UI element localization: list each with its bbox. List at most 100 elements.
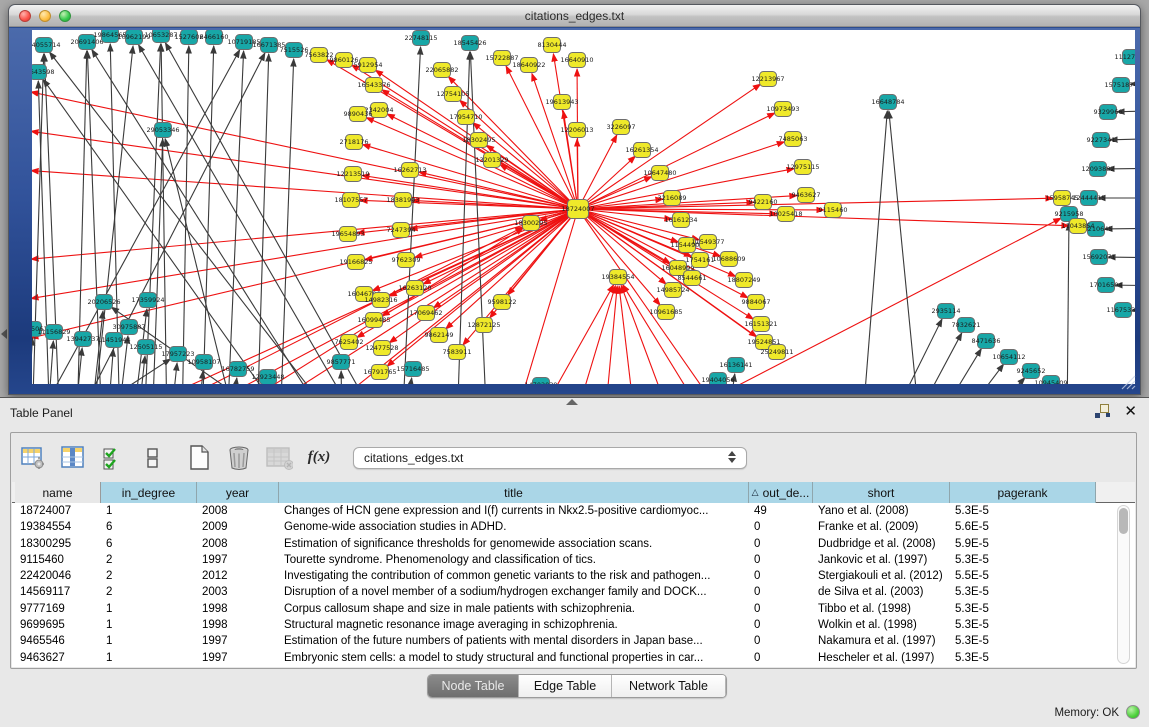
- cell-out-de-[interactable]: 0: [749, 601, 813, 617]
- network-node[interactable]: 16648784: [871, 95, 904, 110]
- function-builder-button[interactable]: f(x): [305, 444, 333, 472]
- cell-pagerank[interactable]: 5.5E-5: [950, 568, 1096, 584]
- network-edge[interactable]: [170, 363, 177, 384]
- network-node[interactable]: 9329966: [1094, 105, 1123, 120]
- cell-out-de-[interactable]: 0: [749, 568, 813, 584]
- network-node[interactable]: 10654112: [992, 350, 1025, 365]
- network-node[interactable]: 7485063: [779, 132, 808, 147]
- cell-pagerank[interactable]: 5.3E-5: [950, 584, 1096, 600]
- cell-name[interactable]: 19384554: [15, 519, 101, 535]
- network-node[interactable]: 19404056: [701, 373, 734, 385]
- cell-year[interactable]: 1997: [197, 650, 279, 666]
- network-node[interactable]: 9862149: [425, 328, 454, 343]
- cell-title[interactable]: Estimation of the future numbers of pati…: [279, 633, 749, 649]
- cell-year[interactable]: 1998: [197, 617, 279, 633]
- network-edge[interactable]: [578, 198, 1053, 209]
- network-node[interactable]: 15716485: [396, 362, 429, 377]
- table-row[interactable]: 946554611997Estimation of the future num…: [12, 633, 1135, 649]
- cell-name[interactable]: 9115460: [15, 552, 101, 568]
- network-node[interactable]: 9463627: [792, 188, 821, 203]
- column-header-title[interactable]: title: [279, 482, 749, 503]
- cell-title[interactable]: Estimation of significance thresholds fo…: [279, 536, 749, 552]
- cell-in-degree[interactable]: 2: [101, 552, 197, 568]
- cell-short[interactable]: Nakamura et al. (1997): [813, 633, 950, 649]
- column-header-year[interactable]: year: [197, 482, 279, 503]
- network-node[interactable]: 19166825: [339, 255, 372, 270]
- table-row[interactable]: 1872400712008Changes of HCN gene express…: [12, 503, 1135, 519]
- cell-in-degree[interactable]: 1: [101, 650, 197, 666]
- network-edge[interactable]: [230, 378, 237, 384]
- network-edge[interactable]: [887, 319, 942, 384]
- network-node[interactable]: 2718176: [340, 135, 369, 150]
- network-node[interactable]: 16161234: [664, 213, 697, 228]
- cell-year[interactable]: 2008: [197, 503, 279, 519]
- cell-in-degree[interactable]: 2: [101, 584, 197, 600]
- cell-in-degree[interactable]: 2: [101, 568, 197, 584]
- cell-year[interactable]: 2012: [197, 568, 279, 584]
- float-panel-icon[interactable]: [1094, 403, 1110, 419]
- network-edge[interactable]: [280, 59, 294, 384]
- network-edge[interactable]: [227, 51, 244, 384]
- network-node[interactable]: 29053346: [146, 123, 179, 138]
- network-node[interactable]: 12213967: [751, 72, 784, 87]
- cell-title[interactable]: Investigating the contribution of common…: [279, 568, 749, 584]
- network-node[interactable]: 12754105: [436, 87, 469, 102]
- network-edge[interactable]: [532, 285, 614, 384]
- network-node[interactable]: 22065882: [425, 63, 458, 78]
- network-node[interactable]: 12505115: [129, 340, 162, 355]
- network-node[interactable]: 8130444: [538, 38, 567, 53]
- cell-title[interactable]: Embryonic stem cells: a model to study s…: [279, 650, 749, 666]
- cell-short[interactable]: Hescheler et al. (1997): [813, 650, 950, 666]
- row-height-button[interactable]: [139, 444, 167, 472]
- vertical-scrollbar[interactable]: [1117, 505, 1130, 664]
- table-row[interactable]: 2242004622012Investigating the contribut…: [12, 568, 1135, 584]
- cell-name[interactable]: 9463627: [15, 650, 101, 666]
- network-node[interactable]: 16640910: [560, 53, 593, 68]
- network-edge[interactable]: [623, 285, 712, 384]
- cell-name[interactable]: 22420046: [15, 568, 101, 584]
- network-node[interactable]: 2935114: [932, 304, 961, 319]
- cell-out-de-[interactable]: 0: [749, 584, 813, 600]
- cell-title[interactable]: Changes of HCN gene expression and I(f) …: [279, 503, 749, 519]
- network-edge[interactable]: [257, 54, 269, 384]
- network-edge[interactable]: [165, 43, 382, 384]
- cell-year[interactable]: 2003: [197, 584, 279, 600]
- cell-title[interactable]: Disruption of a novel member of a sodium…: [279, 584, 749, 600]
- network-edge[interactable]: [144, 44, 161, 384]
- network-node[interactable]: 15751874: [1104, 78, 1135, 93]
- network-edge[interactable]: [32, 209, 578, 259]
- network-node[interactable]: 19613943: [545, 95, 578, 110]
- select-columns-button[interactable]: [59, 444, 87, 472]
- window-titlebar[interactable]: citations_edges.txt: [9, 5, 1140, 27]
- tab-node-table[interactable]: Node Table: [428, 675, 519, 697]
- network-edge[interactable]: [341, 371, 342, 384]
- network-node[interactable]: 18545426: [453, 36, 486, 51]
- cell-short[interactable]: Dudbridge et al. (2008): [813, 536, 950, 552]
- network-edge[interactable]: [932, 349, 981, 384]
- cell-year[interactable]: 2008: [197, 536, 279, 552]
- network-node[interactable]: 12872125: [467, 318, 500, 333]
- network-canvas[interactable]: 1872400724055714206435982069140619864565…: [32, 30, 1135, 384]
- network-edge[interactable]: [404, 378, 412, 384]
- cell-pagerank[interactable]: 5.3E-5: [950, 503, 1096, 519]
- cell-out-de-[interactable]: 0: [749, 552, 813, 568]
- table-row[interactable]: 1938455462009Genome-wide association stu…: [12, 519, 1135, 535]
- network-node[interactable]: 20206526: [87, 295, 120, 310]
- cell-in-degree[interactable]: 1: [101, 601, 197, 617]
- network-node[interactable]: 9245652: [1017, 364, 1046, 379]
- column-header-short[interactable]: short: [813, 482, 950, 503]
- cell-in-degree[interactable]: 6: [101, 519, 197, 535]
- table-row[interactable]: 1456911722003Disruption of a novel membe…: [12, 584, 1135, 600]
- network-node[interactable]: 9115460: [819, 203, 848, 218]
- network-node[interactable]: 12477528: [365, 341, 398, 356]
- tab-network-table[interactable]: Network Table: [612, 675, 726, 697]
- cell-short[interactable]: Wolkin et al. (1998): [813, 617, 950, 633]
- network-edge[interactable]: [202, 46, 214, 384]
- table-row[interactable]: 969969511998Structural magnetic resonanc…: [12, 617, 1135, 633]
- network-node[interactable]: 24055714: [32, 38, 61, 53]
- cell-pagerank[interactable]: 5.9E-5: [950, 536, 1096, 552]
- cell-short[interactable]: Franke et al. (2009): [813, 519, 950, 535]
- cell-pagerank[interactable]: 5.6E-5: [950, 519, 1096, 535]
- network-edge[interactable]: [139, 45, 362, 384]
- scrollbar-thumb[interactable]: [1119, 508, 1128, 534]
